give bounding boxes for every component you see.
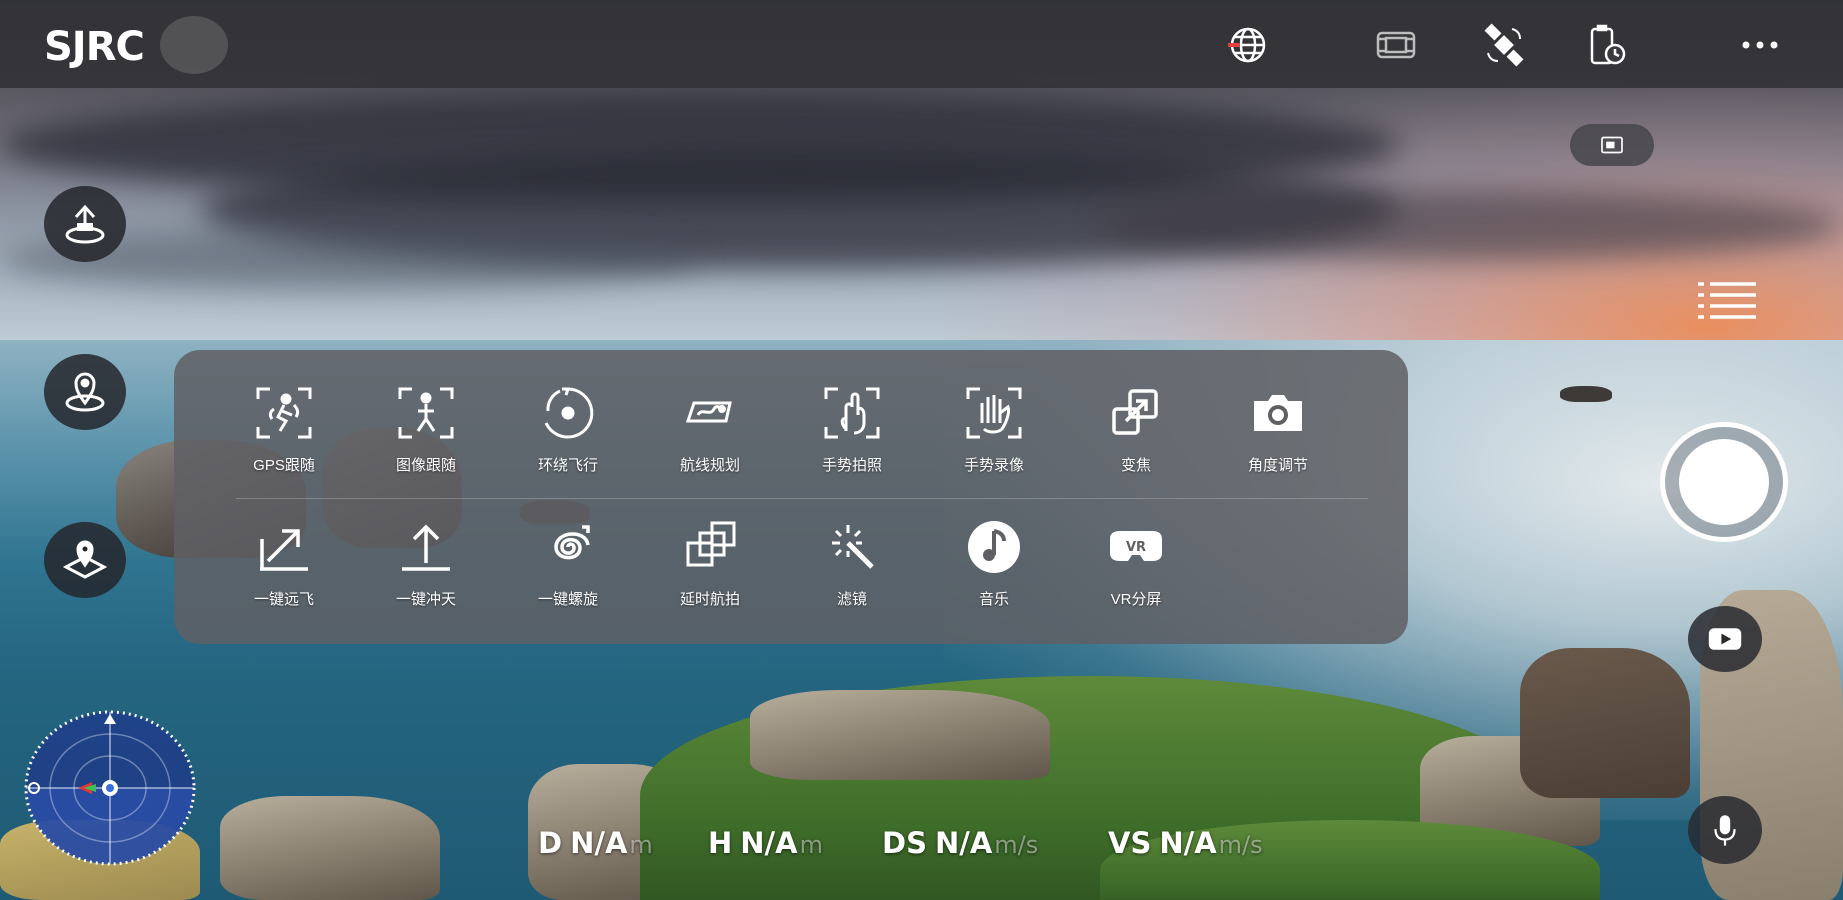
zoom-icon [1100,382,1172,444]
vr-split-button[interactable]: VR VR分屏 [1081,516,1191,609]
telemetry-value: N/A [1159,826,1217,860]
menu-item-label: 音乐 [978,591,1009,608]
one-key-far-icon [248,516,320,578]
horizontal-speed-readout: DS N/A m/s [882,826,1038,860]
music-button[interactable]: 音乐 [939,516,1049,609]
angle-adjust-button[interactable]: 角度调节 [1223,382,1333,475]
function-menu-panel: GPS跟随 图像跟随 环绕飞行 航线规划 手势拍照 手势录像 变焦 角度调节 一… [174,350,1408,644]
route-planning-icon [674,382,746,444]
orbit-flight-icon [532,382,604,444]
sd-card-icon [1601,136,1623,154]
telemetry-value: N/A [934,826,993,860]
menu-item-label: 图像跟随 [395,457,456,474]
height-readout: H N/A m [708,826,823,860]
menu-item-label: 一键远飞 [253,591,314,608]
telemetry-value: N/A [740,826,798,860]
microphone-button[interactable] [1688,796,1762,864]
satellite-icon[interactable] [1478,20,1530,70]
return-home-icon [62,540,108,579]
play-icon [1708,628,1742,650]
telemetry-unit: m [629,831,653,859]
image-follow-icon [390,382,462,444]
menu-item-label: VR分屏 [1110,591,1162,608]
media-gallery-icon[interactable] [1370,20,1422,70]
gps-follow-icon [248,382,320,444]
telemetry-value: N/A [570,826,628,860]
landing-button[interactable] [44,354,126,430]
menu-item-label: 一键螺旋 [537,591,598,608]
top-bar: SJRC [0,0,1843,88]
menu-item-label: 航线规划 [679,457,740,474]
timelapse-button[interactable]: 延时航拍 [655,516,765,609]
landing-location-icon [65,372,105,412]
gesture-video-icon [958,382,1030,444]
image-follow-button[interactable]: 图像跟随 [371,382,481,475]
menu-item-label: 滤镜 [836,591,867,608]
telemetry-unit: m/s [1218,831,1263,859]
telemetry-unit: m/s [994,831,1039,859]
menu-item-label: 变焦 [1120,457,1151,474]
menu-item-label: 环绕飞行 [537,457,598,474]
return-home-button[interactable] [44,522,126,598]
one-key-far-button[interactable]: 一键远飞 [229,516,339,609]
connection-status-indicator[interactable] [160,16,228,74]
orbit-flight-button[interactable]: 环绕飞行 [513,382,623,475]
timelapse-icon [674,516,746,578]
microphone-icon [1714,815,1736,846]
filter-button[interactable]: 滤镜 [797,516,907,609]
shutter-inner [1679,439,1769,525]
vertical-speed-readout: VS N/A m/s [1108,826,1263,860]
menu-item-label: GPS跟随 [253,457,315,474]
one-key-spiral-button[interactable]: 一键螺旋 [513,516,623,609]
capture-button[interactable] [1660,422,1788,542]
route-planning-button[interactable]: 航线规划 [655,382,765,475]
one-key-rise-icon [390,516,462,578]
app-logo: SJRC [44,24,145,70]
takeoff-button[interactable] [44,186,126,262]
music-icon [958,516,1030,578]
telemetry-key: D [538,826,563,860]
angle-adjust-icon [1242,382,1314,444]
gps-follow-button[interactable]: GPS跟随 [229,382,339,475]
vr-split-icon: VR [1100,516,1172,578]
takeoff-icon [65,204,105,244]
gesture-photo-button[interactable]: 手势拍照 [797,382,907,475]
telemetry-key: VS [1108,826,1152,860]
menu-item-label: 手势拍照 [821,457,882,474]
panel-divider [236,498,1368,499]
list-menu-icon[interactable] [1696,280,1758,322]
zoom-button[interactable]: 变焦 [1081,382,1191,475]
menu-item-label: 延时航拍 [679,591,740,608]
gesture-photo-icon [816,382,888,444]
more-options-icon[interactable] [1734,20,1786,70]
menu-item-label: 一键冲天 [395,591,456,608]
filter-wand-icon [816,516,888,578]
distance-readout: D N/A m [538,826,653,860]
one-key-rise-button[interactable]: 一键冲天 [371,516,481,609]
svg-text:VR: VR [1126,540,1146,555]
telemetry-key: DS [882,826,927,860]
telemetry-key: H [708,826,733,860]
phone-battery-icon[interactable] [1580,20,1632,70]
gps-globe-icon[interactable] [1222,20,1274,70]
gesture-video-button[interactable]: 手势录像 [939,382,1049,475]
compass-radar [24,710,196,866]
video-button[interactable] [1688,606,1762,672]
one-key-spiral-icon [532,516,604,578]
telemetry-unit: m [799,831,823,859]
sd-card-badge[interactable] [1570,124,1654,166]
menu-item-label: 手势录像 [963,457,1024,474]
menu-item-label: 角度调节 [1247,457,1308,474]
